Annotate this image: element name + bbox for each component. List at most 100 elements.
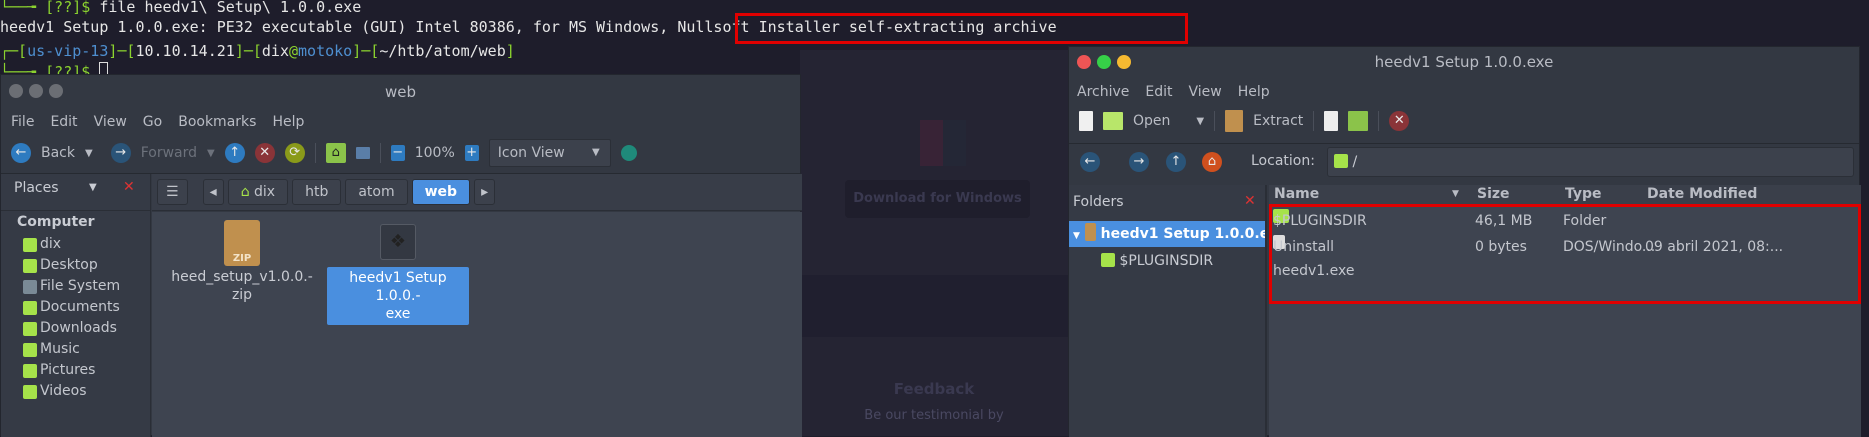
videos-icon bbox=[23, 384, 37, 399]
zoom-level: 100% bbox=[414, 145, 455, 161]
forward-dropdown-icon[interactable]: ▼ bbox=[207, 148, 215, 159]
desktop-icon bbox=[23, 258, 37, 273]
new-archive-icon[interactable] bbox=[1079, 111, 1093, 131]
menu-view[interactable]: View bbox=[1189, 84, 1222, 100]
home-icon bbox=[23, 237, 37, 252]
table-header: Name ▼ Size Type Date Modified bbox=[1269, 185, 1861, 205]
open-button[interactable]: Open bbox=[1133, 113, 1170, 129]
search-icon[interactable] bbox=[620, 145, 637, 161]
sidebar-item-desktop[interactable]: Desktop bbox=[1, 255, 151, 276]
sort-icon[interactable]: ▼ bbox=[1452, 185, 1459, 203]
file-item-exe[interactable]: ❖ heedv1 Setup 1.0.0.- exe bbox=[327, 224, 469, 325]
folders-label: Folders bbox=[1073, 194, 1124, 210]
back-icon[interactable]: ← bbox=[11, 143, 31, 163]
extract-button[interactable]: Extract bbox=[1253, 113, 1303, 129]
back-icon[interactable]: ← bbox=[1080, 152, 1100, 172]
background-browser: Download for Windows Feedback Be our tes… bbox=[800, 50, 1068, 436]
location-input[interactable]: / bbox=[1327, 147, 1854, 177]
breadcrumb-atom[interactable]: atom bbox=[345, 179, 408, 205]
open-icon[interactable] bbox=[1103, 112, 1123, 130]
add-folder-icon[interactable] bbox=[1348, 111, 1369, 131]
stop-icon[interactable]: ✕ bbox=[1389, 111, 1410, 131]
chevron-down-icon: ▼ bbox=[592, 147, 600, 158]
home-icon[interactable]: ⌂ bbox=[1202, 152, 1222, 172]
file-manager-window: web File Edit View Go Bookmarks Help ← Back ▼ →… bbox=[0, 74, 802, 437]
harddisk-icon bbox=[23, 279, 37, 294]
column-name[interactable]: Name bbox=[1274, 185, 1319, 203]
menu-bar: File Edit View Go Bookmarks Help bbox=[11, 111, 320, 130]
reload-icon[interactable]: ⟳ bbox=[284, 143, 305, 163]
feedback-heading: Feedback bbox=[893, 380, 975, 398]
menu-view[interactable]: View bbox=[94, 114, 127, 130]
command: file heedv1\ Setup\ 1.0.0.exe bbox=[99, 0, 362, 16]
sidebar-item-downloads[interactable]: Downloads bbox=[1, 318, 151, 339]
sidebar-item-file-system[interactable]: File System bbox=[1, 276, 151, 297]
sidebar-item-pictures[interactable]: Pictures bbox=[1, 360, 151, 381]
forward-button[interactable]: Forward bbox=[141, 145, 197, 161]
tree-item-pluginsdir[interactable]: $PLUGINSDIR bbox=[1101, 249, 1213, 273]
tree-item-root[interactable]: ▼ heedv1 Setup 1.0.0.e... bbox=[1069, 221, 1265, 247]
forward-icon[interactable]: → bbox=[1129, 152, 1149, 172]
menu-go[interactable]: Go bbox=[143, 114, 162, 130]
sidebar-item-documents[interactable]: Documents bbox=[1, 297, 151, 318]
sidebar-heading: Computer bbox=[17, 214, 95, 230]
prompt: └──╼ [??]$ bbox=[0, 0, 100, 16]
up-icon[interactable]: ↑ bbox=[1166, 152, 1186, 172]
up-icon[interactable]: ↑ bbox=[224, 143, 245, 163]
expand-icon[interactable]: ▼ bbox=[1073, 231, 1080, 241]
crumb-left-icon[interactable]: ◂ bbox=[202, 179, 224, 205]
folder-icon bbox=[1334, 154, 1348, 168]
column-date[interactable]: Date Modified bbox=[1647, 185, 1757, 203]
sidebar-item-music[interactable]: Music bbox=[1, 339, 151, 360]
highlight-box bbox=[1269, 204, 1861, 304]
file-view: ZIP heed_setup_v1.0.0.- zip ❖ heedv1 Setu… bbox=[152, 212, 802, 437]
zoom-in-icon[interactable]: + bbox=[464, 145, 479, 161]
add-file-icon[interactable] bbox=[1324, 111, 1339, 131]
home-icon[interactable]: ⌂ bbox=[325, 143, 346, 163]
menu-edit[interactable]: Edit bbox=[50, 114, 77, 130]
sidebar-item-videos[interactable]: Videos bbox=[1, 381, 151, 402]
computer-icon[interactable] bbox=[355, 147, 370, 159]
feedback-text: Be our testimonial by bbox=[864, 408, 1004, 423]
menu-archive[interactable]: Archive bbox=[1077, 84, 1129, 100]
menu-edit[interactable]: Edit bbox=[1145, 84, 1172, 100]
close-pane-icon[interactable]: ✕ bbox=[1244, 193, 1256, 209]
back-dropdown-icon[interactable]: ▼ bbox=[85, 148, 93, 159]
window-title: web bbox=[384, 83, 417, 101]
stop-icon[interactable]: ✕ bbox=[254, 143, 275, 163]
forward-icon[interactable]: → bbox=[110, 143, 131, 163]
view-select[interactable]: Icon View ▼ bbox=[488, 139, 611, 167]
column-size[interactable]: Size bbox=[1477, 185, 1510, 203]
archive-icon bbox=[1084, 223, 1096, 241]
music-icon bbox=[23, 342, 37, 357]
sidebar: Places ▼ ✕ Computer dix Desktop File Sys… bbox=[1, 174, 151, 437]
open-dropdown-icon[interactable]: ▼ bbox=[1196, 116, 1204, 127]
extract-icon[interactable] bbox=[1225, 110, 1244, 132]
column-type[interactable]: Type bbox=[1565, 185, 1602, 203]
window-title: heedv1 Setup 1.0.0.exe bbox=[1374, 53, 1554, 71]
breadcrumb-web[interactable]: web bbox=[411, 179, 471, 205]
close-sidebar-icon[interactable]: ✕ bbox=[123, 179, 135, 195]
zoom-out-icon[interactable]: − bbox=[390, 145, 405, 161]
menu-help[interactable]: Help bbox=[272, 114, 304, 130]
breadcrumb-dix[interactable]: ⌂ dix bbox=[227, 179, 289, 205]
places-label[interactable]: Places bbox=[14, 180, 59, 196]
menu-bookmarks[interactable]: Bookmarks bbox=[178, 114, 256, 130]
file-item-zip[interactable]: ZIP heed_setup_v1.0.0.- zip bbox=[167, 220, 317, 304]
places-dropdown-icon[interactable]: ▼ bbox=[89, 182, 97, 193]
zip-icon: ZIP bbox=[224, 220, 260, 266]
crumb-right-icon[interactable]: ▸ bbox=[474, 179, 496, 205]
sidebar-item-dix[interactable]: dix bbox=[1, 234, 151, 255]
menu-help[interactable]: Help bbox=[1238, 84, 1270, 100]
edit-path-icon[interactable]: ☰ bbox=[157, 179, 188, 205]
back-button[interactable]: Back bbox=[41, 145, 75, 161]
menu-bar: Archive Edit View Help bbox=[1077, 81, 1286, 100]
file-output: heedv1 Setup 1.0.0.exe: PE32 executable … bbox=[0, 18, 678, 36]
folder-icon bbox=[1101, 253, 1115, 267]
terminal-line-1: └──╼ [??]$ file heedv1\ Setup\ 1.0.0.exe bbox=[0, 0, 361, 16]
menu-file[interactable]: File bbox=[11, 114, 34, 130]
download-icon bbox=[23, 321, 37, 336]
terminal-line-3: ┌─[us-vip-13]─[10.10.14.21]─[dix@motoko]… bbox=[0, 42, 515, 60]
breadcrumb-htb[interactable]: htb bbox=[292, 179, 342, 205]
path-bar: ☰ ◂ ⌂ dix htb atom web ▸ bbox=[152, 174, 802, 211]
